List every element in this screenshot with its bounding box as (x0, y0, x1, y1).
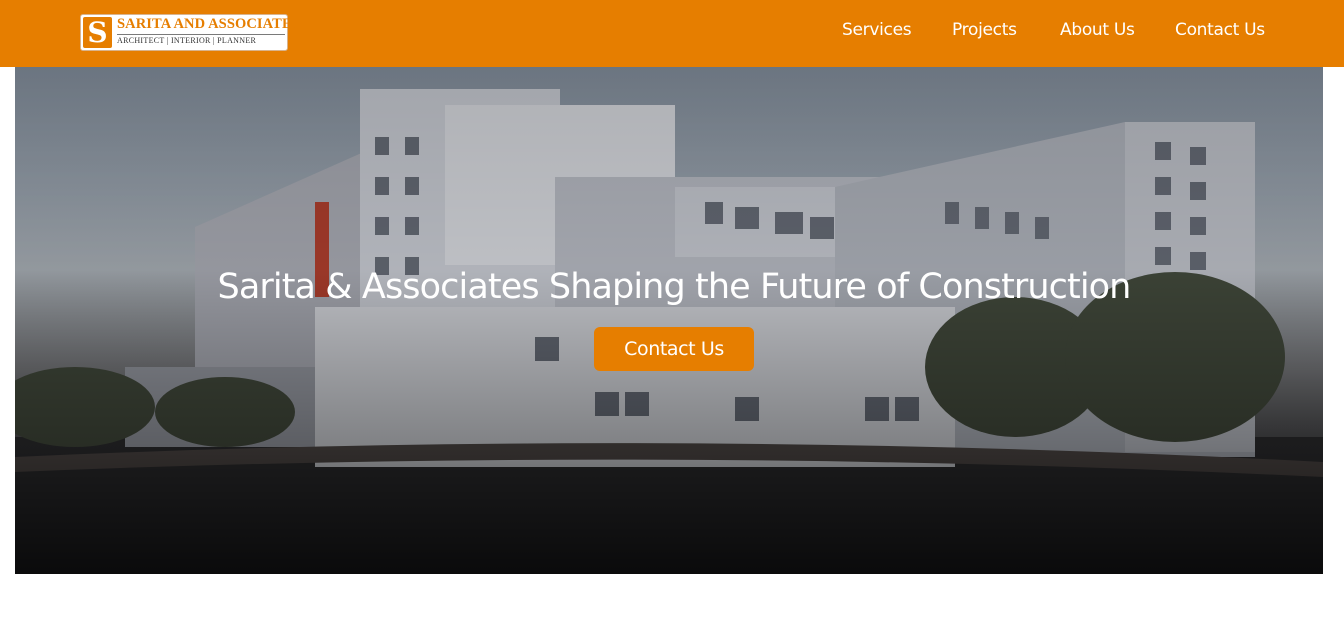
logo-mark-icon: S (83, 17, 112, 48)
logo-tagline: ARCHITECT | INTERIOR | PLANNER (117, 36, 257, 45)
hero-contact-button[interactable]: Contact Us (594, 327, 754, 371)
nav-link-contact-us[interactable]: Contact Us (1175, 20, 1265, 40)
logo-name: SARITA AND ASSOCIATES (117, 16, 300, 32)
hero-title: Sarita & Associates Shaping the Future o… (217, 267, 1132, 307)
hero-banner: Sarita & Associates Shaping the Future o… (15, 67, 1323, 574)
hero-overlay (15, 67, 1323, 574)
site-header: S SARITA AND ASSOCIATES ARCHITECT | INTE… (0, 0, 1344, 67)
logo-divider (117, 34, 285, 35)
brand-logo[interactable]: S SARITA AND ASSOCIATES ARCHITECT | INTE… (80, 14, 300, 51)
nav-link-about-us[interactable]: About Us (1060, 20, 1135, 40)
nav-link-projects[interactable]: Projects (952, 20, 1017, 40)
nav-link-services[interactable]: Services (842, 20, 912, 40)
